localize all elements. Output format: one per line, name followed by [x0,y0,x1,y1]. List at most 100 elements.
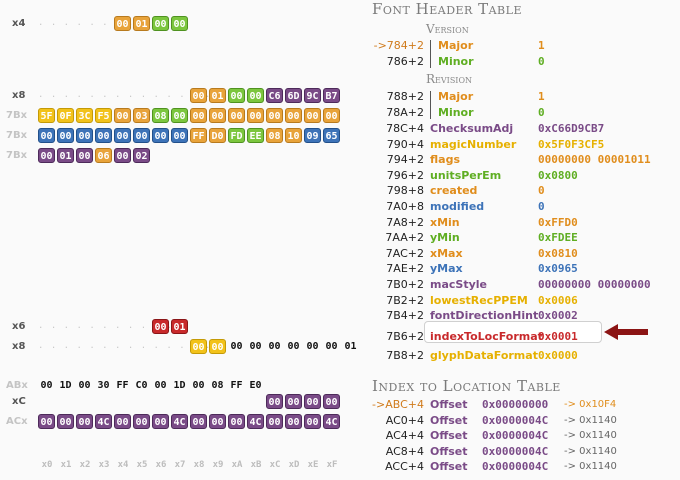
hex-byte[interactable]: 08 [209,378,226,393]
hex-byte[interactable]: 00 [228,88,245,103]
hex-byte[interactable]: 00 [133,414,150,429]
hex-byte[interactable]: 00 [76,378,93,393]
hex-byte[interactable]: 00 [38,378,55,393]
field-name[interactable]: lowestRecPPEM [430,294,528,307]
hex-byte[interactable]: 00 [190,108,207,123]
hex-byte[interactable]: 01 [209,88,226,103]
hex-byte[interactable]: D0 [209,128,226,143]
hex-byte[interactable]: 00 [95,128,112,143]
hex-byte[interactable]: 01 [171,319,188,334]
hex-byte[interactable]: 00 [76,148,93,163]
hex-byte[interactable]: 6D [285,88,302,103]
hex-byte[interactable]: 09 [304,128,321,143]
hex-byte[interactable]: FF [190,128,207,143]
field-name[interactable]: macStyle [430,278,487,291]
hex-byte[interactable]: 30 [95,378,112,393]
hex-byte[interactable]: 00 [152,16,169,31]
hex-byte[interactable]: 00 [266,339,283,354]
hex-byte[interactable]: 00 [323,394,340,409]
hex-byte[interactable]: EE [247,128,264,143]
hex-byte[interactable]: 00 [247,339,264,354]
hex-byte[interactable]: FF [114,378,131,393]
hex-byte[interactable]: 02 [133,148,150,163]
hex-byte[interactable]: 00 [114,414,131,429]
loca-name[interactable]: Offset [430,414,468,427]
hex-byte[interactable]: 06 [95,148,112,163]
loca-name[interactable]: Offset [430,460,468,473]
hex-byte[interactable]: 00 [190,414,207,429]
hex-byte[interactable]: 3C [76,108,93,123]
hex-byte[interactable]: 00 [38,148,55,163]
hex-byte[interactable]: 1D [171,378,188,393]
hex-byte[interactable]: 01 [133,16,150,31]
hex-byte[interactable]: 4C [247,414,264,429]
hex-byte[interactable]: 00 [228,108,245,123]
field-name[interactable]: xMin [430,216,460,229]
hex-byte[interactable]: 00 [228,339,245,354]
hex-byte[interactable]: 00 [190,339,207,354]
hex-byte[interactable]: 00 [323,108,340,123]
hex-byte[interactable]: B7 [323,88,340,103]
hex-byte[interactable]: 00 [152,414,169,429]
hex-byte[interactable]: 00 [57,128,74,143]
hex-byte[interactable]: 65 [323,128,340,143]
hex-byte[interactable]: 00 [114,108,131,123]
loca-name[interactable]: Offset [430,398,468,411]
hex-byte[interactable]: 00 [171,108,188,123]
hex-byte[interactable]: FF [228,378,245,393]
hex-byte[interactable]: 10 [285,128,302,143]
hex-byte[interactable]: 9C [304,88,321,103]
field-name[interactable]: yMin [430,231,460,244]
field-name[interactable]: xMax [430,247,463,260]
hex-byte[interactable]: 00 [228,414,245,429]
hex-byte[interactable]: 00 [323,339,340,354]
hex-byte[interactable]: 08 [266,128,283,143]
hex-byte[interactable]: 00 [152,319,169,334]
hex-byte[interactable]: 00 [266,108,283,123]
hex-byte[interactable]: 00 [76,128,93,143]
hex-byte[interactable]: 00 [38,414,55,429]
field-name[interactable]: indexToLocFormat [430,330,543,343]
hex-byte[interactable]: 00 [247,88,264,103]
hex-byte[interactable]: 00 [266,414,283,429]
hex-byte[interactable]: 00 [57,414,74,429]
hex-byte[interactable]: 00 [152,378,169,393]
hex-byte[interactable]: 08 [152,108,169,123]
field-name[interactable]: yMax [430,262,463,275]
hex-byte[interactable]: 1D [57,378,74,393]
hex-byte[interactable]: 00 [304,414,321,429]
hex-byte[interactable]: C6 [266,88,283,103]
hex-byte[interactable]: E0 [247,378,264,393]
field-name[interactable]: ChecksumAdj [430,122,513,135]
hex-byte[interactable]: 00 [38,128,55,143]
hex-byte[interactable]: 00 [209,108,226,123]
hex-byte[interactable]: 00 [285,394,302,409]
hex-byte[interactable]: 4C [95,414,112,429]
hex-byte[interactable]: 00 [190,378,207,393]
hex-byte[interactable]: 00 [209,339,226,354]
hex-byte[interactable]: 00 [304,394,321,409]
hex-byte[interactable]: 00 [114,16,131,31]
loca-name[interactable]: Offset [430,429,468,442]
hex-byte[interactable]: 01 [57,148,74,163]
hex-byte[interactable]: 00 [285,339,302,354]
field-name[interactable]: fontDirectionHint [430,309,538,322]
hex-byte[interactable]: 00 [247,108,264,123]
hex-byte[interactable]: 00 [133,128,150,143]
hex-byte[interactable]: 01 [342,339,359,354]
hex-byte[interactable]: 00 [114,128,131,143]
hex-byte[interactable]: 00 [285,414,302,429]
hex-byte[interactable]: 4C [323,414,340,429]
hex-byte[interactable]: 00 [209,414,226,429]
hex-byte[interactable]: 00 [285,108,302,123]
hex-byte[interactable]: 0F [57,108,74,123]
hex-byte[interactable]: FD [228,128,245,143]
field-name[interactable]: created [430,184,477,197]
field-name[interactable]: glyphDataFormat [430,349,538,362]
hex-byte[interactable]: 00 [114,148,131,163]
field-name[interactable]: flags [430,153,460,166]
hex-byte[interactable]: 00 [266,394,283,409]
hex-byte[interactable]: C0 [133,378,150,393]
hex-byte[interactable]: 00 [304,339,321,354]
field-name[interactable]: magicNumber [430,138,516,151]
